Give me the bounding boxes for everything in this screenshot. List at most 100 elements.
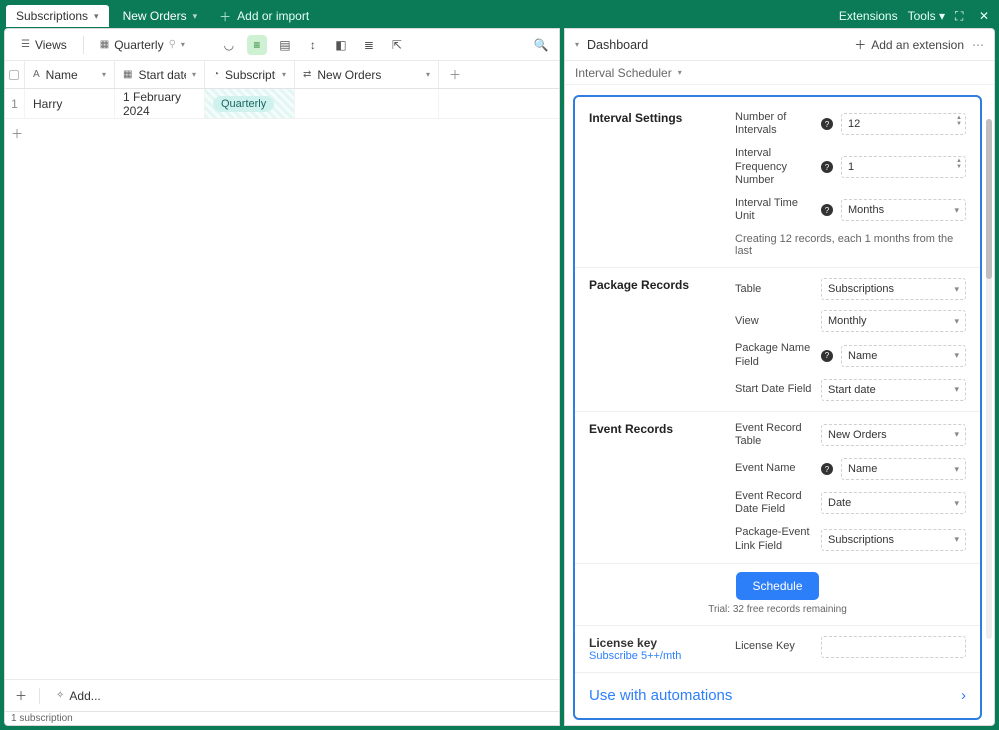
- tab-subscriptions[interactable]: Subscriptions ▾: [6, 5, 109, 27]
- sort-icon[interactable]: ↕: [303, 35, 323, 55]
- label-num-intervals: Number of Intervals: [735, 111, 813, 137]
- grid-icon: ▦: [100, 39, 109, 50]
- chevron-down-icon: ▾: [181, 40, 185, 49]
- chevron-down-icon[interactable]: ▾: [575, 40, 579, 49]
- select-evt-link[interactable]: Subscriptions: [821, 529, 966, 551]
- select-pkg-table[interactable]: Subscriptions: [821, 278, 966, 300]
- label-evt-name: Event Name: [735, 462, 813, 475]
- type-pill: Quarterly: [213, 96, 274, 112]
- extension-tab[interactable]: Interval Scheduler: [575, 66, 672, 80]
- table-row[interactable]: 1 Harry 1 February 2024 Quarterly: [5, 89, 559, 119]
- label-freq-number: Interval Frequency Number: [735, 147, 813, 187]
- stepper-icon[interactable]: ▲▼: [956, 115, 962, 127]
- link-icon: ⇄: [303, 69, 311, 80]
- add-column-button[interactable]: ＋: [439, 61, 471, 88]
- search-icon[interactable]: 🔍: [531, 35, 551, 55]
- select-pkg-view[interactable]: Monthly: [821, 310, 966, 332]
- input-freq-number[interactable]: 1 ▲▼: [841, 156, 966, 178]
- col-subscription-type[interactable]: ◔ Subscription Type ▾: [205, 61, 295, 88]
- view-switcher[interactable]: ▦ Quarterly ⚲ ▾: [92, 35, 193, 55]
- input-license-key[interactable]: [821, 636, 966, 658]
- col-new-orders[interactable]: ⇄ New Orders ▾: [295, 61, 439, 88]
- extensions-menu[interactable]: Extensions: [839, 9, 898, 23]
- label-evt-link: Package-Event Link Field: [735, 526, 813, 552]
- scrollbar-thumb[interactable]: [986, 119, 992, 279]
- select-pkg-name-field[interactable]: Name: [841, 345, 966, 367]
- label-pkg-date-field: Start Date Field: [735, 383, 813, 396]
- help-icon[interactable]: ?: [821, 204, 833, 216]
- add-extension-button[interactable]: ＋ Add an extension: [854, 36, 964, 53]
- input-num-intervals[interactable]: 12 ▲▼: [841, 113, 966, 135]
- select-evt-table[interactable]: New Orders: [821, 424, 966, 446]
- select-time-unit[interactable]: Months: [841, 199, 966, 221]
- data-grid: A Name ▾ ▦ Start date ▾ ◔ Subscription T…: [5, 61, 559, 679]
- help-icon[interactable]: ?: [821, 161, 833, 173]
- add-or-import-button[interactable]: ＋ Add or import: [211, 8, 317, 25]
- views-button[interactable]: ☰ Views: [13, 35, 75, 55]
- select-all-checkbox[interactable]: [5, 61, 25, 88]
- expand-icon[interactable]: ⛶: [955, 9, 969, 23]
- add-row-button[interactable]: ＋: [5, 119, 559, 147]
- subscribe-link[interactable]: Subscribe 5++/mth: [589, 650, 721, 662]
- filter-icon[interactable]: ≡: [247, 35, 267, 55]
- status-bar: 1 subscription: [5, 711, 559, 725]
- grid-toolbar: ☰ Views ▦ Quarterly ⚲ ▾ ◡ ≡ ▤ ↕ ◧ ≣ ⇱: [5, 29, 559, 61]
- use-with-automations-link[interactable]: Use with automations ›: [575, 673, 980, 718]
- top-tab-bar: Subscriptions ▾ New Orders ▾ ＋ Add or im…: [4, 4, 995, 28]
- users-icon: ⚲: [169, 39, 176, 50]
- tab-label: Subscriptions: [16, 9, 88, 23]
- help-icon[interactable]: ?: [821, 463, 833, 475]
- label-license-key: License Key: [735, 640, 813, 653]
- cell-name[interactable]: Harry: [25, 89, 115, 118]
- chevron-down-icon: ▾: [192, 70, 196, 79]
- stepper-icon[interactable]: ▲▼: [956, 158, 962, 170]
- rowheight-icon[interactable]: ≣: [359, 35, 379, 55]
- extension-pane: ▾ Dashboard ＋ Add an extension ⋯ Interva…: [564, 28, 995, 726]
- schedule-button[interactable]: Schedule: [736, 572, 818, 600]
- add-import-label: Add or import: [237, 9, 309, 23]
- interval-summary-text: Creating 12 records, each 1 months from …: [735, 233, 966, 257]
- col-name[interactable]: A Name ▾: [25, 61, 115, 88]
- label-evt-table: Event Record Table: [735, 422, 813, 448]
- chevron-down-icon: ▾: [678, 68, 682, 77]
- dashboard-header: ▾ Dashboard ＋ Add an extension ⋯: [565, 29, 994, 61]
- cell-subscription-type[interactable]: Quarterly: [205, 89, 295, 118]
- color-icon[interactable]: ◧: [331, 35, 351, 55]
- group-icon[interactable]: ▤: [275, 35, 295, 55]
- add-menu[interactable]: ✧ Add...: [48, 686, 109, 706]
- chevron-down-icon: ▾: [282, 70, 286, 79]
- dashboard-title: Dashboard: [587, 38, 648, 52]
- grid-pane: ☰ Views ▦ Quarterly ⚲ ▾ ◡ ≡ ▤ ↕ ◧ ≣ ⇱: [4, 28, 560, 726]
- views-label: Views: [35, 38, 67, 52]
- more-icon[interactable]: ⋯: [972, 38, 984, 52]
- plus-icon: ＋: [854, 36, 866, 53]
- cell-start-date[interactable]: 1 February 2024: [115, 89, 205, 118]
- calendar-icon: ▦: [123, 69, 132, 80]
- select-evt-name[interactable]: Name: [841, 458, 966, 480]
- sparkle-icon: ✧: [56, 690, 64, 701]
- list-icon: ☰: [21, 39, 30, 50]
- select-evt-date[interactable]: Date: [821, 492, 966, 514]
- section-title-license: License key: [589, 636, 721, 650]
- cell-new-orders[interactable]: [295, 89, 439, 118]
- chevron-down-icon: ▾: [426, 70, 430, 79]
- share-icon[interactable]: ⇱: [387, 35, 407, 55]
- tab-label: New Orders: [123, 9, 187, 23]
- help-icon[interactable]: ?: [821, 118, 833, 130]
- hide-fields-icon[interactable]: ◡: [219, 35, 239, 55]
- column-header-row: A Name ▾ ▦ Start date ▾ ◔ Subscription T…: [5, 61, 559, 89]
- help-icon[interactable]: ?: [821, 350, 833, 362]
- label-pkg-name-field: Package Name Field: [735, 342, 813, 368]
- add-record-button[interactable]: ＋: [11, 686, 31, 706]
- tools-menu[interactable]: Tools ▾: [908, 9, 945, 23]
- grid-footer: ＋ ✧ Add...: [5, 679, 559, 711]
- col-start-date[interactable]: ▦ Start date ▾: [115, 61, 205, 88]
- label-evt-date: Event Record Date Field: [735, 490, 813, 516]
- select-pkg-date-field[interactable]: Start date: [821, 379, 966, 401]
- label-time-unit: Interval Time Unit: [735, 197, 813, 223]
- tab-new-orders[interactable]: New Orders ▾: [113, 5, 208, 27]
- chevron-down-icon: ▾: [94, 11, 99, 22]
- text-icon: A: [33, 69, 40, 80]
- trial-remaining-text: Trial: 32 free records remaining: [708, 604, 847, 615]
- close-icon[interactable]: ✕: [979, 9, 993, 23]
